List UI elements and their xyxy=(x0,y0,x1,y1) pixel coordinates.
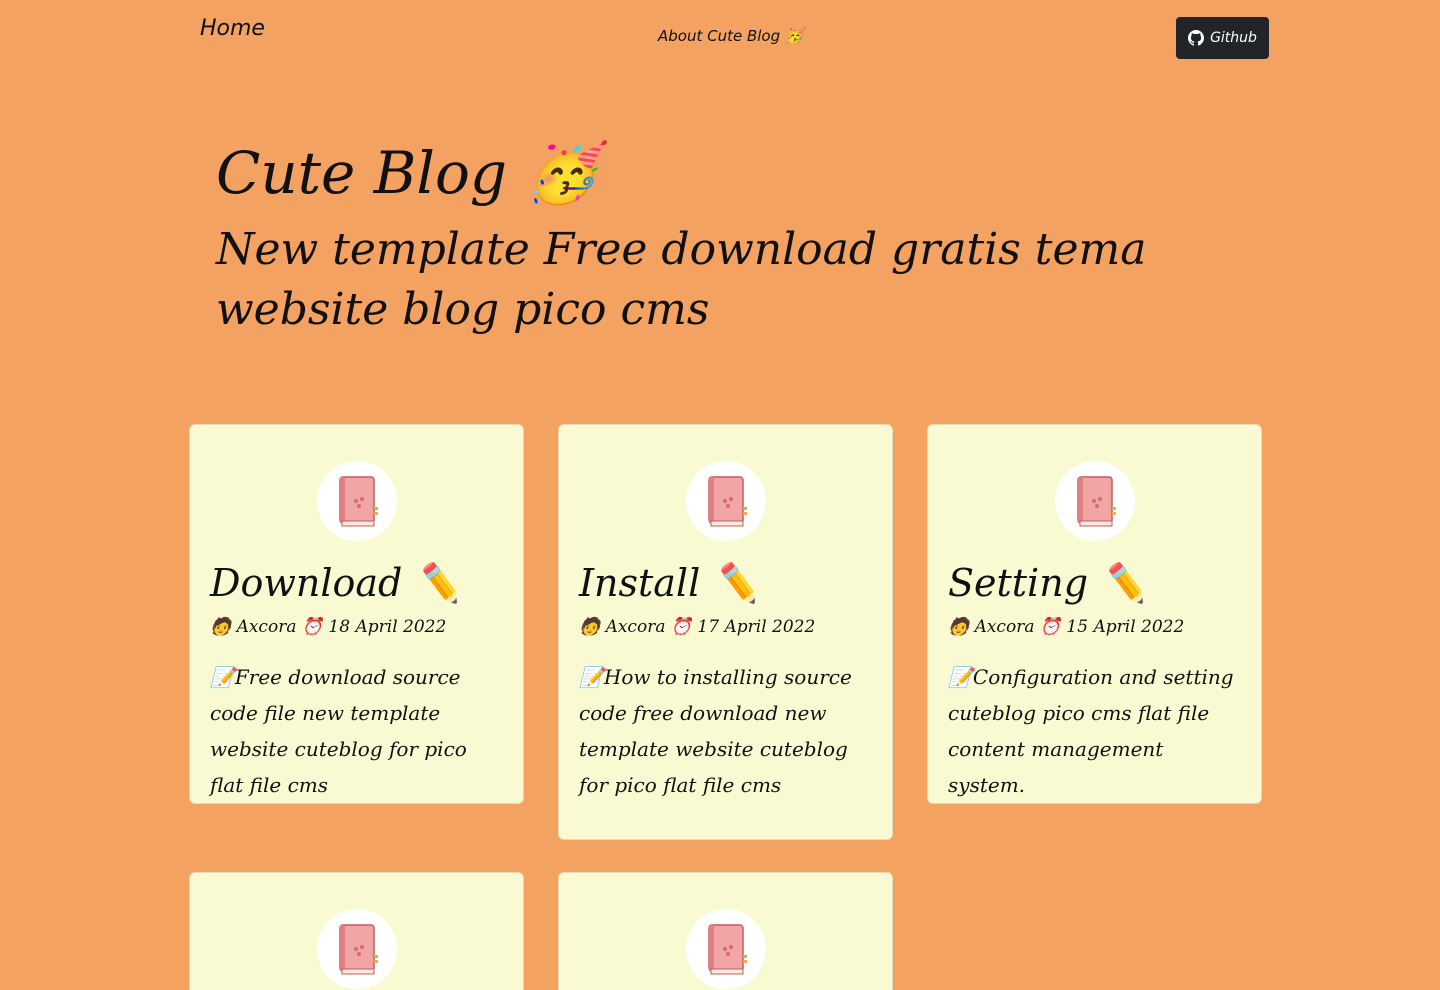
post-description: 📝Free download source code file new temp… xyxy=(210,665,467,797)
post-author: 🧑 Axcora xyxy=(210,617,297,637)
diary-book-icon xyxy=(708,476,747,527)
post-card[interactable]: Setting ✏️ 🧑 Axcora ⏰ 15 April 2022 📝Con… xyxy=(927,424,1262,804)
github-icon xyxy=(1188,30,1205,46)
post-image xyxy=(686,909,766,989)
diary-book-icon xyxy=(708,924,747,975)
nav-about-link[interactable]: About Cute Blog 🥳 xyxy=(658,27,804,45)
post-description: 📝How to installing source code free down… xyxy=(579,665,852,797)
post-card[interactable]: Install ✏️ 🧑 Axcora ⏰ 17 April 2022 📝How… xyxy=(558,424,893,840)
post-description: 📝Configuration and setting cuteblog pico… xyxy=(948,665,1234,797)
post-image xyxy=(317,909,397,989)
post-image xyxy=(1055,461,1135,541)
post-meta: 🧑 Axcora ⏰ 15 April 2022 xyxy=(948,617,1184,637)
post-title[interactable]: Install ✏️ xyxy=(579,555,760,611)
github-button[interactable]: Github xyxy=(1176,17,1269,59)
post-card[interactable]: Download ✏️ 🧑 Axcora ⏰ 18 April 2022 📝Fr… xyxy=(189,424,524,804)
post-image xyxy=(686,461,766,541)
github-label: Github xyxy=(1210,30,1257,46)
post-card[interactable] xyxy=(189,872,524,990)
nav-home-link[interactable]: Home xyxy=(200,16,265,41)
post-image xyxy=(317,461,397,541)
post-author: 🧑 Axcora xyxy=(948,617,1035,637)
post-author: 🧑 Axcora xyxy=(579,617,666,637)
diary-book-icon xyxy=(339,924,378,975)
post-meta: 🧑 Axcora ⏰ 17 April 2022 xyxy=(579,617,815,637)
post-card[interactable] xyxy=(558,872,893,990)
page-title: Cute Blog 🥳 xyxy=(216,139,598,207)
diary-book-icon xyxy=(339,476,378,527)
page-subtitle: New template Free download gratis tema w… xyxy=(216,224,1147,335)
post-title[interactable]: Setting ✏️ xyxy=(948,555,1147,611)
post-date: ⏰ 18 April 2022 xyxy=(301,617,447,637)
post-meta: 🧑 Axcora ⏰ 18 April 2022 xyxy=(210,617,446,637)
post-date: ⏰ 15 April 2022 xyxy=(1039,617,1185,637)
post-title[interactable]: Download ✏️ xyxy=(210,555,462,611)
post-date: ⏰ 17 April 2022 xyxy=(670,617,816,637)
diary-book-icon xyxy=(1077,476,1116,527)
